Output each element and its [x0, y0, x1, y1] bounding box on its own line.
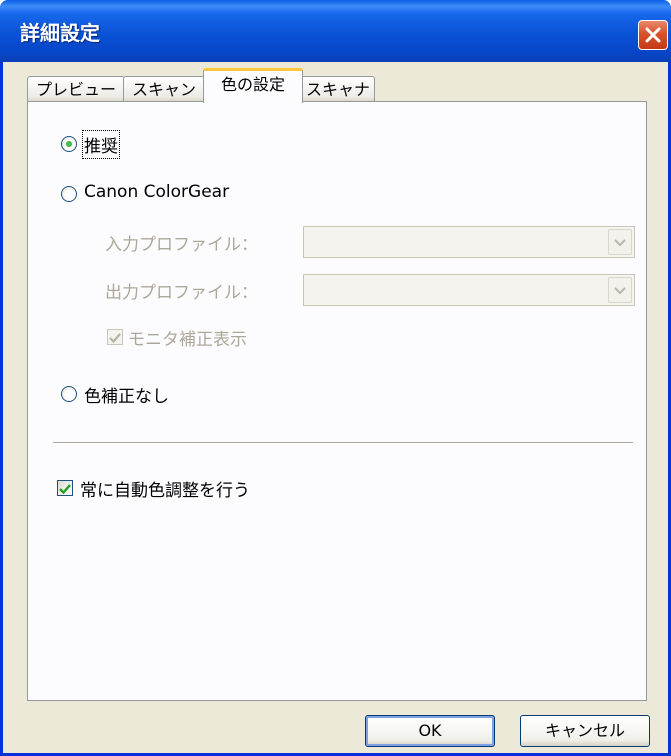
- auto-color-adjust-label[interactable]: 常に自動色調整を行う: [80, 476, 250, 501]
- chevron-down-icon: [614, 287, 626, 295]
- output-profile-dropdown[interactable]: [303, 274, 635, 306]
- close-button[interactable]: [638, 20, 668, 50]
- cancel-button[interactable]: キャンセル: [520, 715, 650, 747]
- ok-button[interactable]: OK: [365, 715, 495, 747]
- window-title: 詳細設定: [20, 21, 100, 45]
- auto-color-adjust-checkbox[interactable]: [57, 480, 73, 496]
- radio-canon-colorgear[interactable]: [61, 186, 77, 202]
- output-profile-dropdown-arrow[interactable]: [608, 277, 632, 303]
- no-correction-label[interactable]: 色補正なし: [84, 382, 169, 407]
- check-icon: [109, 333, 121, 344]
- tab-scan[interactable]: スキャン: [123, 76, 205, 102]
- tab-scanner[interactable]: スキャナ: [301, 76, 375, 102]
- input-profile-dropdown-arrow[interactable]: [608, 229, 632, 255]
- tab-preview[interactable]: プレビュー: [27, 76, 125, 102]
- close-icon: [645, 27, 661, 43]
- monitor-correction-label: モニタ補正表示: [128, 330, 247, 350]
- radio-no-correction[interactable]: [61, 386, 77, 402]
- monitor-correction-checkbox[interactable]: [107, 329, 123, 345]
- canon-colorgear-label[interactable]: Canon ColorGear: [84, 182, 229, 202]
- input-profile-label: 入力プロファイル：: [105, 235, 258, 255]
- radio-selected-dot: [66, 141, 72, 147]
- color-settings-panel: 推奨 Canon ColorGear 入力プロファイル： 出力プロファイル： モ…: [27, 101, 647, 701]
- radio-recommended[interactable]: [61, 136, 77, 152]
- separator: [53, 442, 633, 444]
- dialog-window: 詳細設定 プレビュー スキャン 色の設定 スキャナ 推奨 Canon Color…: [0, 0, 671, 756]
- input-profile-dropdown[interactable]: [303, 226, 635, 258]
- chevron-down-icon: [614, 239, 626, 247]
- recommended-label[interactable]: 推奨: [82, 130, 120, 159]
- check-icon: [59, 484, 71, 495]
- tab-color-settings[interactable]: 色の設定: [203, 68, 303, 103]
- title-bar[interactable]: 詳細設定: [0, 0, 671, 62]
- output-profile-label: 出力プロファイル：: [105, 283, 258, 303]
